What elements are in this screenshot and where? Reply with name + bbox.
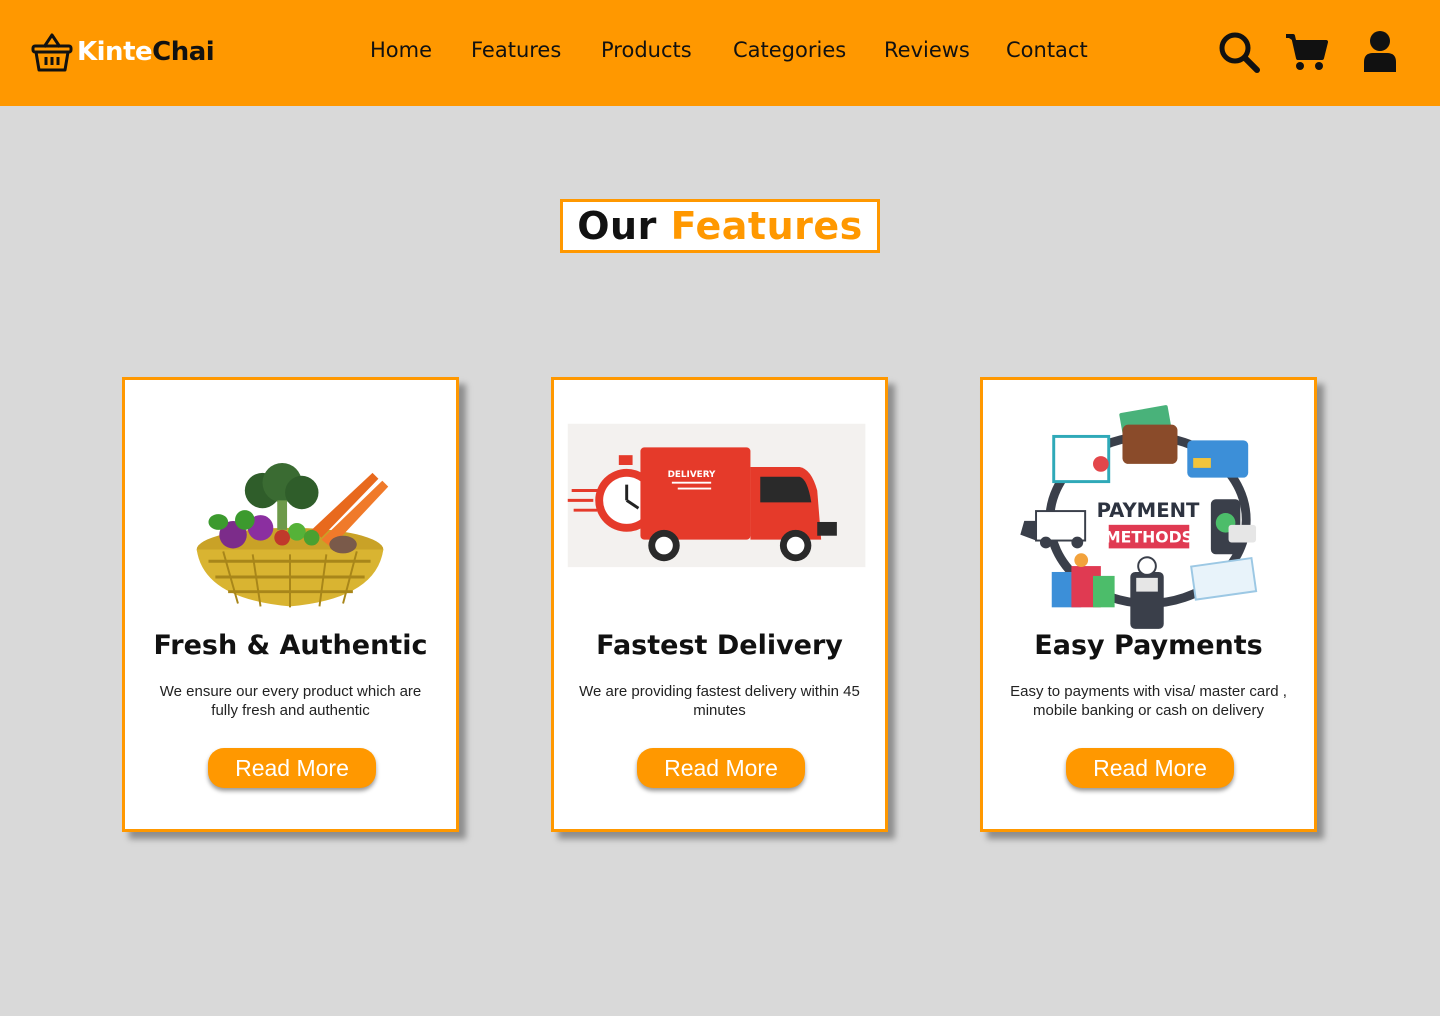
- read-more-button[interactable]: Read More: [637, 748, 805, 788]
- nav-categories[interactable]: Categories: [733, 38, 846, 62]
- payment-methods-image: PAYMENT METHODS: [1020, 405, 1258, 629]
- search-icon[interactable]: [1217, 30, 1261, 74]
- read-more-button[interactable]: Read More: [208, 748, 376, 788]
- read-more-button[interactable]: Read More: [1066, 748, 1234, 788]
- card-title: Fastest Delivery: [596, 630, 843, 661]
- feature-card-payments: PAYMENT METHODS Easy Payments Easy to pa…: [980, 377, 1317, 832]
- payment-label: PAYMENT: [1097, 499, 1200, 522]
- card-title: Easy Payments: [1034, 630, 1263, 661]
- nav-reviews[interactable]: Reviews: [884, 38, 970, 62]
- truck-label: DELIVERY: [668, 470, 716, 480]
- card-title: Fresh & Authentic: [153, 630, 428, 661]
- card-description: We ensure our every product which are fu…: [159, 683, 422, 719]
- nav-home[interactable]: Home: [370, 38, 432, 62]
- user-icon[interactable]: [1362, 30, 1398, 74]
- vegetable-basket-image: [196, 463, 389, 608]
- page-title: Our Features: [577, 204, 863, 248]
- section-title: Our Features: [560, 199, 880, 253]
- card-description: Easy to payments with visa/ master card …: [1010, 683, 1287, 719]
- cart-icon[interactable]: [1284, 32, 1328, 72]
- feature-card-delivery: DELIVERY Fastest Delivery We are providi…: [551, 377, 888, 832]
- site-header: KinteChai Home Features Products Categor…: [0, 0, 1440, 106]
- delivery-truck-image: DELIVERY: [567, 423, 866, 568]
- nav-products[interactable]: Products: [601, 38, 692, 62]
- feature-card-fresh: Fresh & Authentic We ensure our every pr…: [122, 377, 459, 832]
- nav-features[interactable]: Features: [471, 38, 561, 62]
- card-description: We are providing fastest delivery within…: [579, 683, 860, 719]
- nav-contact[interactable]: Contact: [1006, 38, 1088, 62]
- methods-label: METHODS: [1105, 528, 1193, 547]
